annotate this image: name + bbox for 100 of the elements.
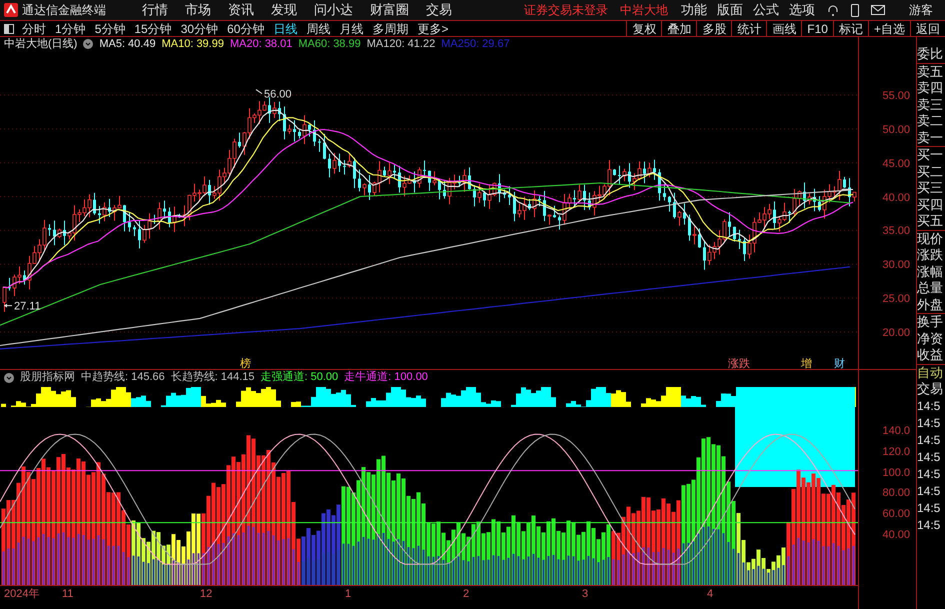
ma-legend-item: MA120: 41.22 (366, 36, 436, 52)
indicator-axis-label: 120.0 (882, 444, 910, 460)
toolbar-button[interactable]: 画线 (766, 21, 802, 36)
trade-time: 14:5 (917, 448, 942, 466)
quote-label: 委比 (917, 46, 944, 62)
ma-legend-item: MA10: 39.99 (162, 36, 224, 52)
trade-label[interactable]: 交易 (917, 381, 945, 398)
toolbar-button[interactable]: F10 (801, 21, 833, 36)
user-label[interactable]: 游客 (909, 1, 933, 19)
trade-time: 14:5 (917, 414, 942, 432)
quote-label: 买一 (917, 147, 944, 164)
menu-item[interactable]: 发现 (271, 0, 297, 20)
price-axis-label: 20.00 (882, 326, 910, 341)
period-tab[interactable]: 周线 (306, 20, 330, 38)
menu-item[interactable]: 公式 (753, 0, 779, 20)
ma-legend-item: MA60: 38.99 (298, 36, 361, 52)
price-axis-label: 30.00 (882, 258, 910, 274)
quote-label: 收益 (917, 347, 944, 364)
menu-item[interactable]: 问小达 (314, 0, 353, 20)
indicator-axis-label: 60.00 (882, 507, 910, 522)
trade-time: 14:5 (917, 516, 942, 534)
quote-label: 卖二 (917, 113, 944, 130)
trade-label[interactable]: 自动 (917, 364, 945, 381)
trade-time: 14:5 (917, 500, 942, 516)
price-axis-label: 40.00 (882, 190, 910, 206)
toolbar-button[interactable]: 标记 (832, 21, 868, 36)
price-axis-label: 35.00 (882, 224, 910, 240)
quote-label: 外盘 (917, 296, 944, 313)
login-status[interactable]: 证券交易未登录 (524, 1, 608, 19)
date-axis-label: 11 (62, 587, 74, 602)
more-menu[interactable]: 更多> (417, 20, 448, 38)
price-axis-label: 50.00 (882, 122, 910, 138)
toolbar-button[interactable]: 叠加 (661, 21, 696, 36)
quote-label: 卖五 (917, 64, 944, 80)
period-tab[interactable]: 60分钟 (227, 20, 264, 38)
period-tab[interactable]: 月线 (339, 20, 364, 38)
date-axis-label: 12 (200, 587, 212, 602)
toolbar-button[interactable]: 复权 (626, 21, 662, 36)
period-tab[interactable]: 30分钟 (180, 20, 218, 38)
ma-legend-item: MA20: 38.01 (230, 36, 292, 52)
indicator-legend-item: 走牛通道: 100.00 (344, 370, 428, 386)
quote-label: 净资 (917, 330, 944, 347)
date-axis-label: 2 (463, 587, 470, 602)
quote-label: 买二 (917, 164, 944, 180)
indicator-axis-label: 40.00 (882, 528, 910, 543)
low-price-label: 27.11 (14, 300, 41, 313)
period-tab[interactable]: 分时 (22, 20, 46, 38)
app-title: 通达信金融终端 (22, 2, 106, 19)
menu-item[interactable]: 功能 (681, 0, 707, 20)
stock-name: 中岩大地 (620, 2, 668, 19)
menu-item[interactable]: 版面 (717, 0, 743, 20)
menu-item[interactable]: 选项 (789, 0, 815, 20)
chart-title: 中岩大地(日线) (4, 36, 78, 52)
trade-time: 14:5 (917, 466, 942, 482)
high-price-label: 56.00 (264, 88, 292, 101)
trade-time: 14:5 (917, 398, 942, 414)
event-mark[interactable]: 增 (801, 358, 812, 369)
quote-label: 涨幅 (917, 264, 944, 280)
period-tab[interactable]: 日线 (273, 20, 298, 38)
toolbar-button[interactable]: +自选 (868, 21, 910, 36)
price-axis-label: 25.00 (882, 292, 910, 308)
menu-item[interactable]: 市场 (185, 0, 211, 20)
date-axis-label: 4 (707, 587, 714, 602)
period-tab[interactable]: 15分钟 (134, 20, 172, 38)
date-axis-label: 1 (345, 587, 352, 602)
quote-label: 买四 (917, 196, 944, 213)
indicator-axis-label: 100.0 (882, 466, 910, 481)
quote-label: 现价 (917, 230, 944, 247)
quote-label: 换手 (917, 314, 944, 330)
trade-time: 14:5 (917, 432, 942, 448)
event-mark[interactable]: 财 (834, 358, 845, 369)
ma-legend-item: MA5: 40.49 (99, 36, 156, 52)
menu-item[interactable]: 行情 (142, 0, 168, 20)
toolbar-button[interactable]: 返回 (910, 21, 945, 36)
toolbar-button[interactable]: 统计 (731, 21, 766, 36)
trade-time: 14:5 (917, 482, 942, 500)
event-mark[interactable]: 榜 (240, 358, 251, 369)
indicator-axis-label: 140.0 (882, 424, 910, 439)
menu-item[interactable]: 财富圈 (370, 0, 409, 20)
indicator-legend-item: 中趋势线: 145.66 (81, 370, 165, 386)
quote-label: 涨跌 (917, 247, 944, 264)
ma-legend-item: MA250: 29.67 (441, 36, 510, 52)
quote-label: 卖四 (917, 80, 944, 96)
event-mark[interactable]: 涨跌 (728, 358, 750, 369)
indicator-legend-item: 长趋势线: 144.15 (170, 370, 255, 386)
date-axis-label: 2024年 (4, 587, 40, 602)
indicator-axis-label: 80.00 (882, 486, 910, 502)
period-tab[interactable]: 1分钟 (55, 20, 86, 38)
price-axis-label: 55.00 (882, 89, 910, 104)
quote-label: 卖三 (917, 96, 944, 113)
menu-item[interactable]: 资讯 (228, 0, 254, 20)
quote-label: 总量 (917, 280, 944, 296)
indicator-legend-item: 走强通道: 50.00 (260, 370, 338, 386)
indicator-legend-item: 股朋指标网 (20, 370, 75, 386)
quote-label: 买五 (917, 213, 944, 230)
period-tab[interactable]: 5分钟 (94, 20, 126, 38)
menu-item[interactable]: 交易 (426, 0, 452, 20)
period-tab[interactable]: 多周期 (372, 20, 408, 38)
date-axis-label: 3 (582, 587, 588, 602)
toolbar-button[interactable]: 多股 (696, 21, 732, 36)
